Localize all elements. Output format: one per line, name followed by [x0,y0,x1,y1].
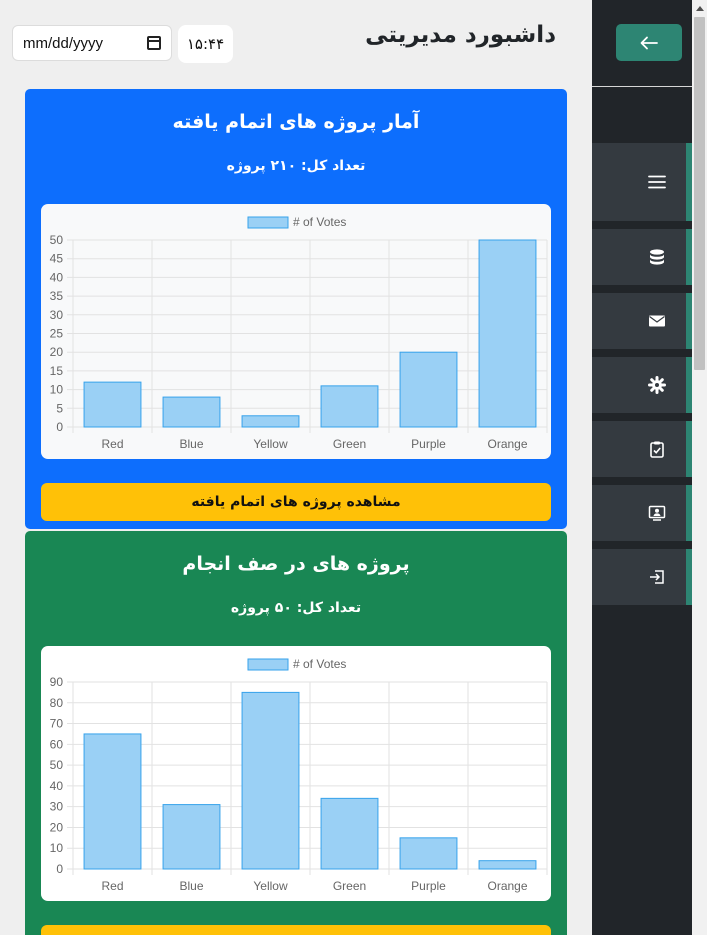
bar-chart-svg: # of Votes 0 5 10 15 20 25 30 35 40 45 50 Red Blue Yel… [50,215,548,451]
sidebar-item-tasks[interactable] [592,421,692,477]
sidebar-item-menu[interactable] [592,143,692,221]
date-input[interactable]: mm/dd/yyyy [12,25,172,61]
x-tick-label: Blue [179,879,203,893]
x-tick-label: Yellow [253,879,288,893]
bar-blue[interactable] [162,804,221,870]
bar-yellow[interactable] [241,691,300,870]
scroll-up-arrow-icon[interactable] [696,6,704,11]
legend-label[interactable]: # of Votes [293,215,346,229]
view-completed-projects-button[interactable]: مشاهده پروژه های اتمام یافته [41,483,551,521]
database-icon [650,249,664,265]
envelope-icon [649,315,665,327]
y-tick-label: 90 [50,675,64,689]
arrow-left-icon [640,36,658,49]
y-tick-label: 80 [50,696,64,710]
y-tick-label: 40 [50,270,64,284]
x-tick-label: Blue [179,437,203,451]
x-tick-label: Red [101,437,123,451]
bar-purple[interactable] [399,351,458,428]
y-tick-label: 40 [50,779,64,793]
y-tick-label: 10 [50,383,64,397]
page-header: داشبورد مدیریتی mm/dd/yyyy ۱۵:۴۴ [0,0,592,88]
card-title: آمار پروژه های اتمام یافته [172,111,420,133]
x-tick-label: Yellow [253,437,288,451]
completed-projects-chart: # of Votes 0 5 10 15 20 25 30 35 40 45 50 Red Blue Yel… [41,204,551,459]
y-tick-label: 45 [50,252,64,266]
legend-label[interactable]: # of Votes [293,657,346,671]
queued-projects-card: پروژه های در صف انجام تعداد کل: ۵۰ پروژه… [25,531,567,935]
card-subtitle: تعداد کل: ۲۱۰ پروژه [226,158,366,174]
bar-yellow[interactable] [241,415,300,428]
x-tick-label: Green [333,879,366,893]
card-subtitle: تعداد کل: ۵۰ پروژه [230,600,362,616]
y-tick-label: 70 [50,717,64,731]
clipboard-check-icon [650,441,664,458]
bar-orange[interactable] [478,239,537,428]
completed-projects-card: آمار پروژه های اتمام یافته تعداد کل: ۲۱۰… [25,89,567,529]
date-placeholder: mm/dd/yyyy [23,34,104,52]
person-badge-icon [648,505,666,521]
sidebar-item-logout[interactable] [592,549,692,605]
bar-green[interactable] [320,797,379,870]
sidebar-item-messages[interactable] [592,293,692,349]
logout-icon [650,570,664,584]
queued-projects-chart: # of Votes 0 10 20 30 40 50 60 70 80 90 Red Blue Yell… [41,646,551,901]
calendar-icon[interactable] [147,36,161,50]
y-tick-label: 0 [56,420,63,434]
page-scrollbar[interactable] [692,0,707,935]
x-tick-label: Purple [411,879,446,893]
y-tick-label: 5 [56,401,63,415]
scrollbar-thumb[interactable] [694,17,705,370]
y-tick-label: 10 [50,841,64,855]
y-tick-label: 50 [50,758,64,772]
page-title: داشبورد مدیریتی [365,22,556,48]
x-tick-label: Red [101,879,123,893]
y-tick-label: 50 [50,233,64,247]
y-tick-label: 35 [50,289,64,303]
sidebar-item-database[interactable] [592,229,692,285]
y-tick-label: 30 [50,308,64,322]
sidebar-item-profile[interactable] [592,485,692,541]
y-tick-label: 25 [50,327,64,341]
main-content: داشبورد مدیریتی mm/dd/yyyy ۱۵:۴۴ آمار پر… [0,0,592,935]
sidebar-toggle-button[interactable] [616,24,682,61]
legend-swatch[interactable] [247,658,289,671]
y-tick-label: 20 [50,345,64,359]
legend-swatch[interactable] [247,216,289,229]
y-tick-label: 0 [56,862,63,876]
menu-icon [648,175,666,189]
y-tick-label: 20 [50,820,64,834]
bar-orange[interactable] [478,860,537,870]
card-title: پروژه های در صف انجام [182,553,410,575]
y-tick-label: 60 [50,737,64,751]
x-tick-label: Orange [487,437,527,451]
clock-display: ۱۵:۴۴ [178,25,233,63]
bar-red[interactable] [83,733,142,870]
bar-chart-svg: # of Votes 0 10 20 30 40 50 60 70 80 90 Red Blue Yell… [50,657,548,893]
y-tick-label: 15 [50,364,64,378]
bar-purple[interactable] [399,837,458,870]
bar-blue[interactable] [162,396,221,428]
x-tick-label: Orange [487,879,527,893]
sidebar [592,0,692,935]
sidebar-item-settings[interactable] [592,357,692,413]
bar-red[interactable] [83,381,142,428]
gear-icon [648,376,666,394]
bar-green[interactable] [320,385,379,428]
x-tick-label: Purple [411,437,446,451]
x-tick-label: Green [333,437,366,451]
y-tick-label: 30 [50,800,64,814]
view-queued-projects-button[interactable] [41,925,551,935]
sidebar-divider [592,86,692,87]
